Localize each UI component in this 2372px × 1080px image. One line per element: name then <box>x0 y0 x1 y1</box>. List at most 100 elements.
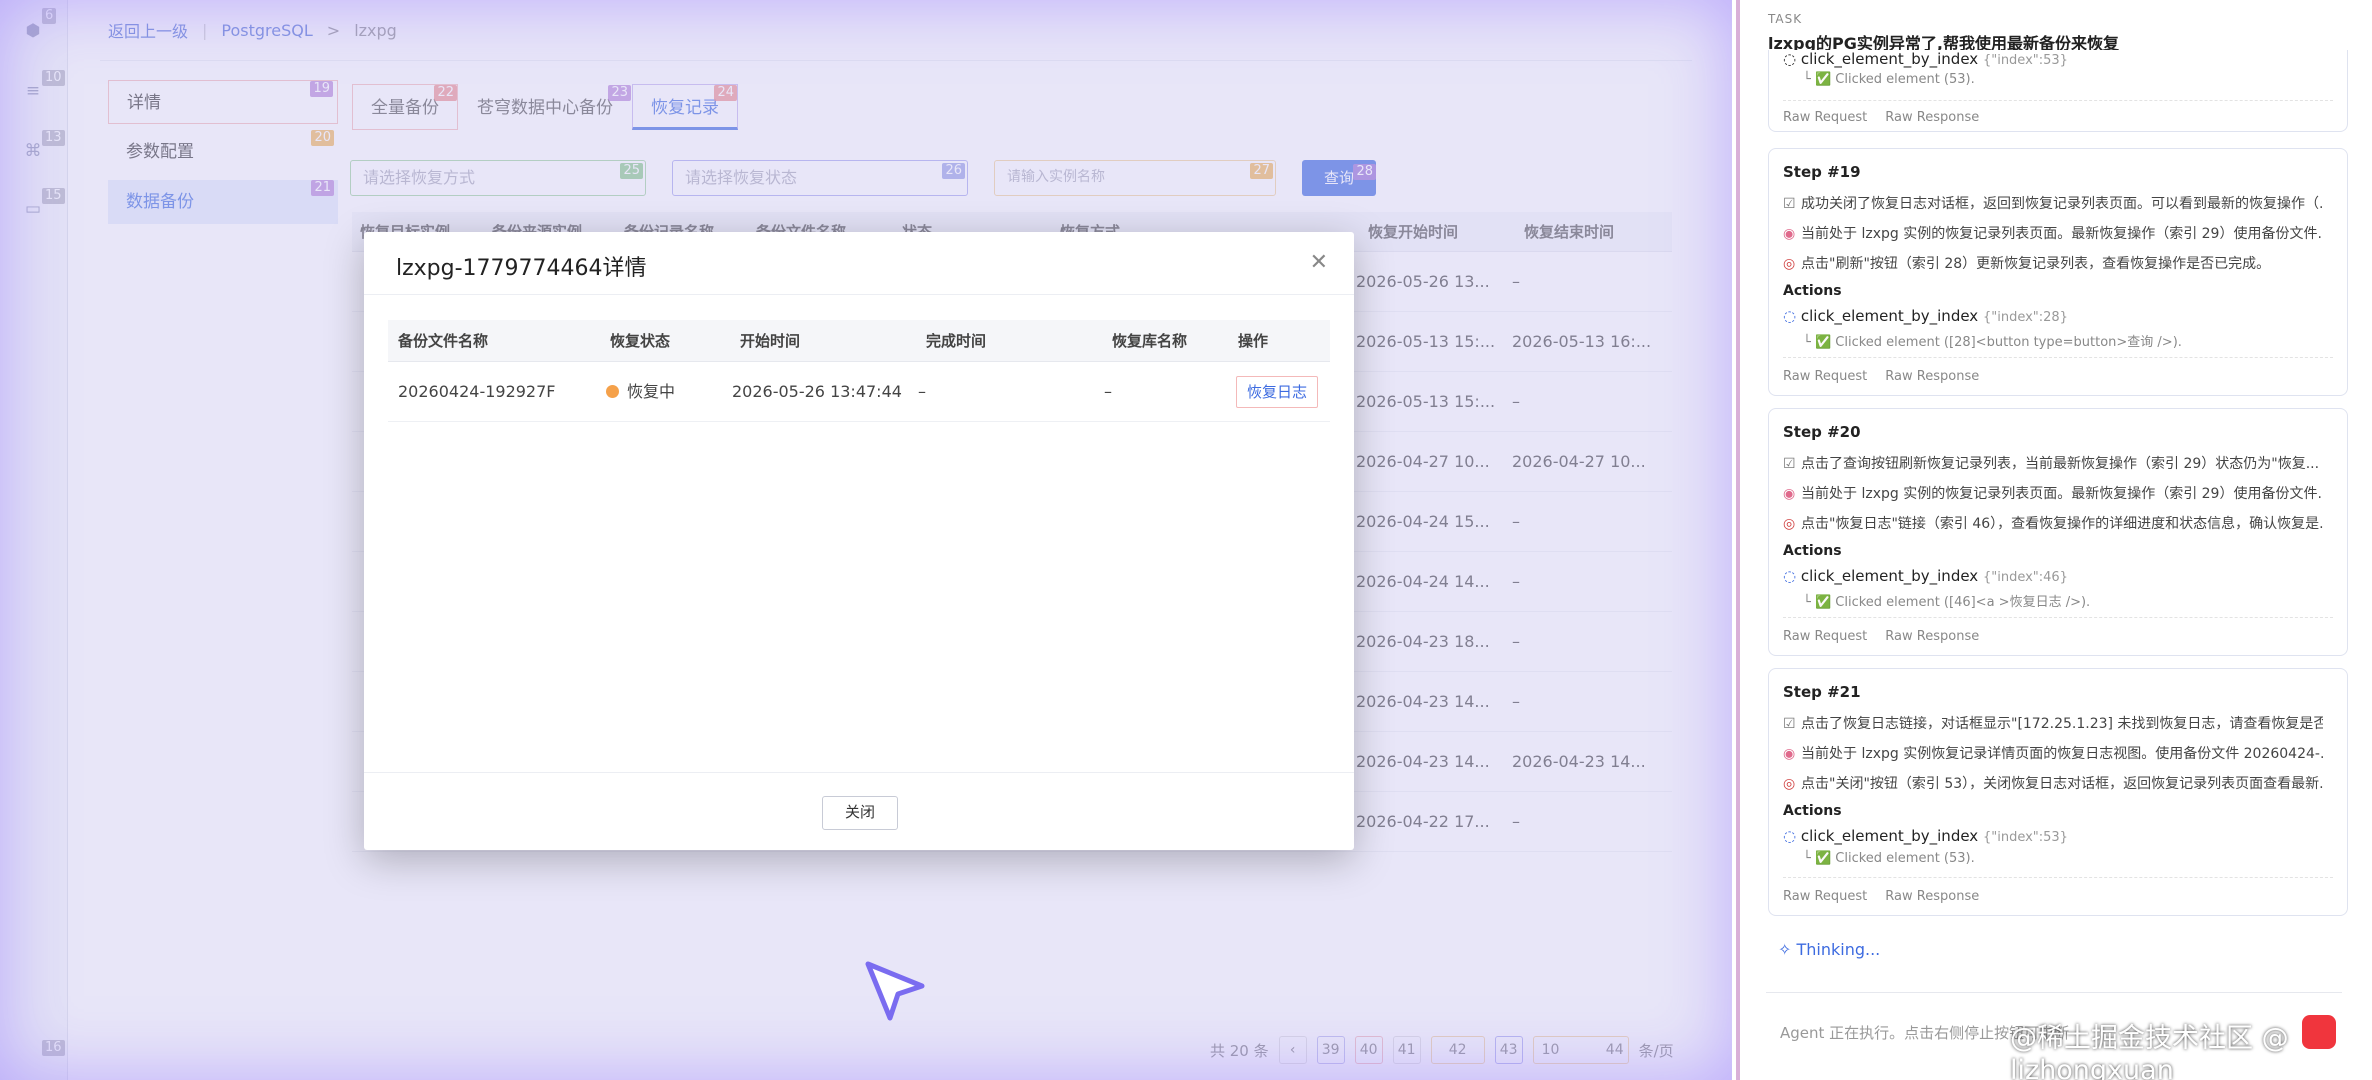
element-tag: 41 <box>1397 1042 1416 1058</box>
function-args: {"index":46} <box>1982 570 2068 585</box>
target-icon: ◎ <box>1783 776 1796 792</box>
element-tag: 25 <box>620 163 643 179</box>
step-memory: ◉ 当前处于 lzxpg 实例恢复记录详情页面的恢复日志视图。使用备份文件 202… <box>1783 743 2323 763</box>
network-icon[interactable]: ⌘ <box>22 140 44 162</box>
step-card: Step #19 ☑ 成功关闭了恢复日志对话框，返回到恢复记录列表页面。可以看到最… <box>1768 148 2348 396</box>
step-divider <box>1783 357 2333 358</box>
tab-restore-records[interactable]: 恢复记录 24 <box>632 84 738 130</box>
sidebar-item-detail[interactable]: 详情 19 <box>108 80 338 124</box>
raw-request-link[interactable]: Raw Request <box>1783 629 1867 644</box>
dialog-title: lzxpg-1779774464详情 <box>396 256 647 281</box>
raw-request-link[interactable]: Raw Request <box>1783 369 1867 384</box>
function-args: {"index":53} <box>1982 53 2068 68</box>
start-time-cell: 2026-05-13 15:... <box>1356 332 1496 351</box>
raw-response-link[interactable]: Raw Response <box>1885 369 1979 384</box>
start-time-cell: 2026-04-23 14... <box>1356 692 1490 711</box>
start-time-cell: 2026-05-13 15:... <box>1356 392 1496 411</box>
page-button[interactable]: 40 <box>1354 1036 1383 1064</box>
start-time-cell: 2026-04-24 15... <box>1356 512 1490 531</box>
end-time-cell: – <box>1512 512 1520 531</box>
element-tag: 23 <box>608 85 631 101</box>
end-time-cell: – <box>1512 392 1520 411</box>
action-function: ◌ click_element_by_index {"index":53} <box>1783 50 2068 68</box>
step-eval: ☑ 点击了查询按钮刷新恢复记录列表，当前最新恢复操作（索引 29）状态仍为"恢复.… <box>1783 453 2323 473</box>
home-icon[interactable]: ⬢ <box>22 20 44 42</box>
raw-links: Raw Request Raw Response <box>1783 369 1997 384</box>
raw-response-link[interactable]: Raw Response <box>1885 889 1979 904</box>
rail-tag: 13 <box>42 130 65 146</box>
start-time-cell: 2026-04-23 18... <box>1356 632 1490 651</box>
element-tag: 43 <box>1499 1042 1518 1058</box>
eval-text: 点击了恢复日志链接，对话框显示"[172.25.1.23] 未找到恢复日志，请查… <box>1801 716 2323 732</box>
start-time-cell: 2026-05-26 13... <box>1356 272 1490 291</box>
result-text: ✅ Clicked element (53). <box>1814 851 1975 866</box>
action-result: └ ✅ Clicked element (53). <box>1803 72 1975 87</box>
raw-response-link[interactable]: Raw Response <box>1885 629 1979 644</box>
action-function: ◌ click_element_by_index {"index":46} <box>1783 567 2068 585</box>
tab-bar: 全量备份 22 苍穹数据中心备份 23 恢复记录 24 <box>352 84 738 130</box>
prev-page-button[interactable]: ‹ <box>1278 1036 1307 1064</box>
status-label: 恢复中 <box>627 382 676 401</box>
sidebar-item-label: 详情 <box>127 93 161 113</box>
tab-dc-backup[interactable]: 苍穹数据中心备份 23 <box>458 84 632 130</box>
end-time-cell: 2026-05-13 16:... <box>1512 332 1652 351</box>
menu-icon[interactable]: ≡ <box>22 80 44 102</box>
close-icon[interactable]: ✕ <box>1310 250 1328 275</box>
page-size-toggle[interactable]: 43 <box>1494 1036 1523 1064</box>
instance-name-input[interactable]: 请输入实例名称 27 <box>994 160 1276 196</box>
start-time-cell: 2026-04-27 10... <box>1356 452 1490 471</box>
step-goal: ◎ 点击"刷新"按钮（索引 28）更新恢复记录列表，查看恢复操作是否已完成。 <box>1783 253 2323 273</box>
db-name-cell: – <box>1104 382 1112 401</box>
cursor-icon <box>865 961 925 1021</box>
step-title: Step #21 <box>1783 683 1861 701</box>
function-args: {"index":53} <box>1982 830 2068 845</box>
action-result: └ ✅ Clicked element (53). <box>1803 851 1975 866</box>
breadcrumb-back[interactable]: 返回上一级 <box>108 18 188 42</box>
column-header: 恢复开始时间 <box>1368 223 1459 241</box>
raw-request-link[interactable]: Raw Request <box>1783 110 1867 125</box>
eval-text: 成功关闭了恢复日志对话框，返回到恢复记录列表页面。可以看到最新的恢复操作（... <box>1801 196 2323 212</box>
restore-status-select[interactable]: 请选择恢复状态 26 <box>672 160 968 196</box>
select-placeholder: 请选择恢复状态 <box>685 168 798 187</box>
mouse-icon: ◌ <box>1783 567 1797 585</box>
breadcrumb-service[interactable]: PostgreSQL <box>221 21 312 40</box>
element-tag: 28 <box>1353 164 1376 180</box>
next-page-button[interactable]: 41 <box>1392 1036 1421 1064</box>
restore-log-link[interactable]: 恢复日志 <box>1236 376 1319 408</box>
raw-request-link[interactable]: Raw Request <box>1783 889 1867 904</box>
raw-response-link[interactable]: Raw Response <box>1885 110 1979 125</box>
target-icon: ◎ <box>1783 256 1796 272</box>
memory-text: 当前处于 lzxpg 实例的恢复记录列表页面。最新恢复操作（索引 29）使用备份… <box>1801 486 2323 502</box>
stop-button[interactable] <box>2302 1015 2336 1049</box>
sidebar-item-backup[interactable]: 数据备份 21 <box>108 180 338 224</box>
action-result: └ ✅ Clicked element ([28]<button type=bu… <box>1803 335 2182 350</box>
breadcrumb-divider: | <box>202 20 208 40</box>
restore-method-select[interactable]: 请选择恢复方式 25 <box>350 160 646 196</box>
goal-text: 点击"恢复日志"链接（索引 46），查看恢复操作的详细进度和状态信息，确认恢复是… <box>1801 516 2323 532</box>
sidebar-item-params[interactable]: 参数配置 20 <box>108 130 338 174</box>
rail-tag: 16 <box>42 1040 65 1056</box>
left-rail: ⬢ ≡ ⌘ ▭ 6 10 13 15 16 <box>0 0 68 1080</box>
monitor-icon[interactable]: ▭ <box>22 198 44 220</box>
checkbox-icon: ☑ <box>1783 716 1796 732</box>
breadcrumb-instance: lzxpg <box>354 20 397 40</box>
page-size-select[interactable]: 10 44 <box>1532 1036 1629 1064</box>
thinking-label: Thinking... <box>1796 940 1881 959</box>
raw-links: Raw Request Raw Response <box>1783 629 1997 644</box>
start-time-cell: 2026-04-23 14... <box>1356 752 1490 771</box>
actions-label: Actions <box>1783 803 1842 819</box>
finish-time-cell: – <box>918 382 926 401</box>
actions-label: Actions <box>1783 543 1842 559</box>
column-header: 完成时间 <box>926 332 987 350</box>
tab-full-backup[interactable]: 全量备份 22 <box>352 84 458 130</box>
restore-status-cell: 恢复中 <box>606 362 675 422</box>
page-button[interactable]: 39 <box>1316 1036 1345 1064</box>
step-title: Step #20 <box>1783 423 1861 441</box>
function-name: click_element_by_index <box>1800 50 1979 68</box>
sidebar-item-label: 数据备份 <box>126 192 194 212</box>
step-goal: ◎ 点击"恢复日志"链接（索引 46），查看恢复操作的详细进度和状态信息，确认恢复… <box>1783 513 2323 533</box>
query-button[interactable]: 查询 28 <box>1302 160 1376 196</box>
close-button[interactable]: 关闭 <box>822 796 898 830</box>
jump-page-input[interactable]: 42 <box>1430 1036 1485 1064</box>
thinking-indicator: ✧ Thinking... <box>1778 940 1880 959</box>
